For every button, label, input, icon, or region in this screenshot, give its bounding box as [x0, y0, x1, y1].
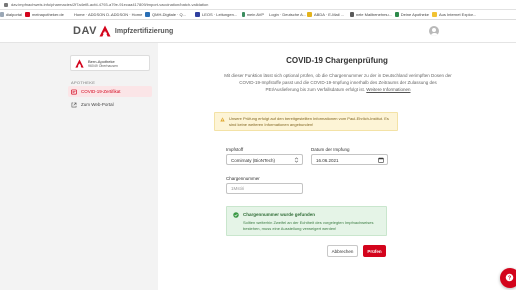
bookmark-item[interactable]: LEOS · Leitungen... [195, 12, 239, 17]
bookmark-favicon-icon [395, 12, 399, 17]
bookmarks-bar: dialportal meinapotheker.de Home · ADDSON … [0, 10, 516, 20]
bookmark-label: nele Mailbenehmu... [355, 12, 392, 17]
bookmark-favicon-icon [242, 12, 245, 17]
brand-name: DAV [73, 25, 97, 37]
bookmark-favicon-icon [25, 12, 30, 17]
app-header: DAV Impfzertifizierung [0, 20, 516, 43]
bookmark-label: Home · ADDSON D... [74, 12, 113, 17]
app-title: Impfzertifizierung [114, 27, 174, 35]
check-circle-icon [233, 212, 239, 218]
sidebar-item-label: Zum Web-Portal [81, 102, 114, 107]
bookmark-label: LEOS · Leitungen... [202, 12, 238, 17]
bookmark-item[interactable]: Login · Deutsche A... [267, 12, 307, 17]
date-label: Datum der Impfung [311, 147, 350, 152]
apotheke-a-icon [75, 59, 84, 68]
bookmark-label: meinapotheker.de [32, 12, 64, 17]
pharmacy-card[interactable]: Bern-Apotheke 96049 Oberhausen [70, 55, 150, 71]
bookmark-label: dialportal [5, 12, 22, 17]
bookmark-favicon-icon [307, 12, 312, 17]
intro-paragraph: Mit dieser Funktion lässt sich optional … [224, 73, 452, 92]
bookmark-item[interactable]: meinapotheker.de [25, 12, 69, 17]
vaccine-select[interactable]: Comirnaty (BioNTech) [226, 154, 303, 165]
bookmark-label: Deine Apotheke [400, 12, 429, 17]
bookmark-label: ADDSON · Home [111, 12, 143, 17]
bookmark-item[interactable]: Deine Apotheke [395, 12, 429, 17]
brand[interactable]: DAV Impfzertifizierung [73, 25, 173, 37]
vaccine-selected-value: Comirnaty (BioNTech) [231, 158, 276, 163]
warning-icon [220, 117, 225, 122]
bookmark-item[interactable]: Aus Internet Explor... [432, 12, 487, 17]
bookmark-label: Login · Deutsche A... [269, 12, 307, 17]
intro-text: Mit dieser Funktion lässt sich optional … [223, 72, 453, 93]
bookmark-label: Aus Internet Explor... [439, 12, 477, 17]
sidebar-item-label: COVID-19-Zertifikat [81, 89, 121, 94]
bookmark-favicon-icon [195, 12, 200, 17]
vaccination-date-value: 16.06.2021 [316, 158, 339, 163]
bookmark-item[interactable]: QMH-Digitale · Q... [145, 12, 192, 17]
vaccination-date-field[interactable]: 16.06.2021 [311, 154, 388, 165]
calendar-icon[interactable] [378, 157, 384, 163]
warning-text: Unsere Prüfung erfolgt auf den bereitges… [229, 116, 389, 127]
success-title: Chargennummer wurde gefunden [243, 212, 316, 217]
sidebar: Bern-Apotheke 96049 Oberhausen APOTHEKE … [0, 43, 158, 290]
bookmark-item[interactable]: mein AVP [242, 12, 264, 17]
cancel-button[interactable]: Abbrechen [327, 245, 358, 257]
more-info-link[interactable]: Weitere Informationen [366, 87, 410, 92]
certificate-icon [71, 89, 77, 94]
pharmacy-city: 96049 Oberhausen [88, 64, 118, 68]
lock-icon [4, 2, 8, 7]
bookmark-favicon-icon [432, 12, 437, 17]
apotheke-a-icon [99, 25, 111, 37]
sidebar-item-covid-certificate[interactable]: COVID-19-Zertifikat [68, 86, 152, 97]
sort-arrows-icon [294, 157, 299, 163]
bookmark-label: ABDA · E-Mail ... [314, 12, 345, 17]
help-chat-icon: ? [505, 273, 514, 281]
page-title: COVID-19 Chargenprüfung [286, 56, 388, 65]
bookmark-item[interactable]: dialportal [0, 12, 22, 17]
bookmark-item[interactable]: ADDSON · Home [109, 12, 142, 17]
success-text: Sollten weiterhin Zweifel an der Echthei… [243, 220, 374, 231]
main-content: COVID-19 Chargenprüfung Mit dieser Funkt… [158, 43, 516, 290]
bookmark-favicon-icon [0, 12, 4, 17]
batch-label: Chargennummer [226, 176, 260, 181]
bookmark-favicon-icon [145, 12, 150, 17]
success-banner: Chargennummer wurde gefunden Sollten wei… [226, 206, 387, 236]
browser-url[interactable]: dav.impfnachweis.info/pharmacies/2f7a4ef… [11, 2, 291, 7]
user-avatar-icon[interactable] [429, 26, 439, 36]
bookmark-label: mein AVP [246, 12, 264, 17]
bookmark-item[interactable]: nele Mailbenehmu... [350, 12, 392, 17]
help-chat-button[interactable]: ? [500, 268, 516, 288]
batch-number-input[interactable] [226, 183, 303, 194]
vaccine-label: Impfstoff [226, 147, 244, 152]
bookmark-label: QMH-Digitale · Q... [152, 12, 187, 17]
warning-banner: Unsere Prüfung erfolgt auf den bereitges… [214, 112, 398, 131]
sidebar-section-label: APOTHEKE [71, 80, 96, 85]
bookmark-favicon-icon [350, 12, 354, 17]
browser-address-bar[interactable]: dav.impfnachweis.info/pharmacies/2f7a4ef… [0, 0, 516, 10]
bookmark-item[interactable]: ABDA · E-Mail ... [307, 12, 347, 17]
sidebar-item-web-portal[interactable]: Zum Web-Portal [68, 99, 152, 110]
check-button[interactable]: Prüfen [363, 245, 386, 257]
external-link-icon [71, 102, 77, 107]
svg-text:?: ? [508, 275, 511, 281]
bookmark-item[interactable]: Home · ADDSON D... [72, 12, 112, 17]
